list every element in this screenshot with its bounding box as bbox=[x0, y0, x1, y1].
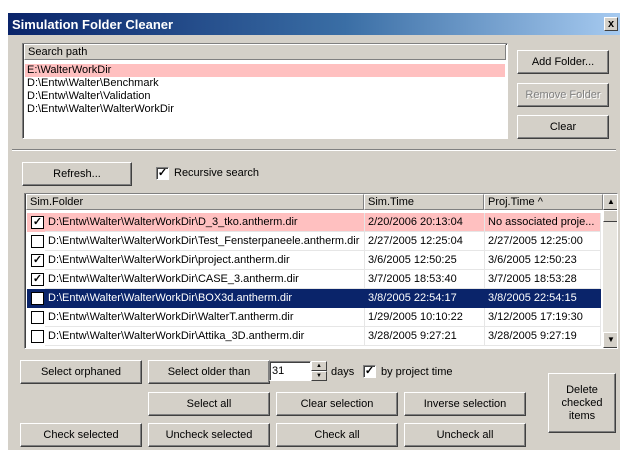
row-checkbox[interactable]: ✓ bbox=[31, 254, 44, 267]
cell-sim-time: 2/20/2006 20:13:04 bbox=[365, 213, 485, 232]
table-row[interactable]: D:\Entw\Walter\WalterWorkDir\BOX3d.anthe… bbox=[27, 289, 601, 308]
cell-sim-folder: D:\Entw\Walter\WalterWorkDir\Test_Fenste… bbox=[45, 232, 365, 251]
separator bbox=[12, 149, 616, 151]
by-project-time-label: by project time bbox=[381, 366, 453, 378]
select-all-button[interactable]: Select all bbox=[148, 392, 270, 416]
cell-sim-time: 3/28/2005 9:27:21 bbox=[365, 327, 485, 346]
search-path-item[interactable]: D:\Entw\Walter\Validation bbox=[25, 90, 505, 103]
table-row[interactable]: ✓ D:\Entw\Walter\WalterWorkDir\CASE_3.an… bbox=[27, 270, 601, 289]
search-path-header[interactable]: Search path bbox=[24, 44, 506, 60]
scroll-down-icon[interactable]: ▼ bbox=[603, 332, 617, 348]
row-checkbox[interactable] bbox=[31, 311, 44, 324]
vertical-scrollbar[interactable]: ▲ ▼ bbox=[603, 194, 617, 348]
dialog-body: Search path E:\WalterWorkDir D:\Entw\Wal… bbox=[8, 35, 620, 450]
remove-folder-button[interactable]: Remove Folder bbox=[517, 83, 609, 107]
cell-proj-time: 3/28/2005 9:27:19 bbox=[485, 327, 601, 346]
cell-proj-time: No associated proje... bbox=[485, 213, 601, 232]
add-folder-button[interactable]: Add Folder... bbox=[517, 50, 609, 74]
col-header-sim-time[interactable]: Sim.Time bbox=[364, 194, 484, 210]
days-input[interactable]: 31 bbox=[269, 361, 311, 381]
search-path-item[interactable]: E:\WalterWorkDir bbox=[25, 64, 505, 77]
cell-sim-folder: D:\Entw\Walter\WalterWorkDir\BOX3d.anthe… bbox=[45, 289, 365, 308]
cell-sim-time: 3/7/2005 18:53:40 bbox=[365, 270, 485, 289]
inverse-selection-button[interactable]: Inverse selection bbox=[404, 392, 526, 416]
cell-proj-time: 3/8/2005 22:54:15 bbox=[485, 289, 601, 308]
table-row[interactable]: ✓ D:\Entw\Walter\WalterWorkDir\project.a… bbox=[27, 251, 601, 270]
cell-proj-time: 3/12/2005 17:19:30 bbox=[485, 308, 601, 327]
row-checkbox[interactable]: ✓ bbox=[31, 216, 44, 229]
window-title: Simulation Folder Cleaner bbox=[12, 16, 174, 32]
clear-paths-button[interactable]: Clear bbox=[517, 115, 609, 139]
table-row[interactable]: D:\Entw\Walter\WalterWorkDir\WalterT.ant… bbox=[27, 308, 601, 327]
cell-sim-time: 3/8/2005 22:54:17 bbox=[365, 289, 485, 308]
scroll-up-icon[interactable]: ▲ bbox=[603, 194, 617, 210]
select-older-than-button[interactable]: Select older than bbox=[148, 360, 270, 384]
recursive-search-label: Recursive search bbox=[174, 167, 259, 179]
scroll-thumb[interactable] bbox=[603, 210, 617, 222]
row-checkbox[interactable] bbox=[31, 235, 44, 248]
cell-sim-folder: D:\Entw\Walter\WalterWorkDir\WalterT.ant… bbox=[45, 308, 365, 327]
cell-sim-folder: D:\Entw\Walter\WalterWorkDir\D_3_tko.ant… bbox=[45, 213, 365, 232]
row-checkbox[interactable]: ✓ bbox=[31, 273, 44, 286]
uncheck-all-button[interactable]: Uncheck all bbox=[404, 423, 526, 447]
cell-proj-time: 2/27/2005 12:25:00 bbox=[485, 232, 601, 251]
row-checkbox[interactable] bbox=[31, 292, 44, 305]
search-path-item[interactable]: D:\Entw\Walter\WalterWorkDir bbox=[25, 103, 505, 116]
title-bar: Simulation Folder Cleaner x bbox=[8, 13, 620, 35]
cell-sim-time: 3/6/2005 12:50:25 bbox=[365, 251, 485, 270]
search-path-item[interactable]: D:\Entw\Walter\Benchmark bbox=[25, 77, 505, 90]
results-grid: Sim.Folder Sim.Time Proj.Time ^ ✓ D:\Ent… bbox=[24, 193, 618, 349]
cell-proj-time: 3/7/2005 18:53:28 bbox=[485, 270, 601, 289]
table-row[interactable]: ✓ D:\Entw\Walter\WalterWorkDir\D_3_tko.a… bbox=[27, 213, 601, 232]
cell-sim-folder: D:\Entw\Walter\WalterWorkDir\Attika_3D.a… bbox=[45, 327, 365, 346]
clear-selection-button[interactable]: Clear selection bbox=[276, 392, 398, 416]
col-header-sim-folder[interactable]: Sim.Folder bbox=[26, 194, 364, 210]
table-row[interactable]: D:\Entw\Walter\WalterWorkDir\Attika_3D.a… bbox=[27, 327, 601, 346]
cell-proj-time: 3/6/2005 12:50:23 bbox=[485, 251, 601, 270]
row-checkbox[interactable] bbox=[31, 330, 44, 343]
close-icon[interactable]: x bbox=[604, 17, 618, 31]
spin-down-icon[interactable]: ▼ bbox=[311, 371, 327, 381]
by-project-time-checkbox[interactable]: ✓ bbox=[363, 365, 376, 378]
refresh-button[interactable]: Refresh... bbox=[22, 162, 132, 186]
search-path-list[interactable]: Search path E:\WalterWorkDir D:\Entw\Wal… bbox=[22, 43, 508, 139]
cell-sim-folder: D:\Entw\Walter\WalterWorkDir\CASE_3.anth… bbox=[45, 270, 365, 289]
check-all-button[interactable]: Check all bbox=[276, 423, 398, 447]
spin-up-icon[interactable]: ▲ bbox=[311, 361, 327, 371]
table-row[interactable]: D:\Entw\Walter\WalterWorkDir\Test_Fenste… bbox=[27, 232, 601, 251]
cell-sim-time: 2/27/2005 12:25:04 bbox=[365, 232, 485, 251]
col-header-proj-time[interactable]: Proj.Time ^ bbox=[484, 194, 603, 210]
cell-sim-time: 1/29/2005 10:10:22 bbox=[365, 308, 485, 327]
days-label: days bbox=[331, 366, 355, 378]
check-selected-button[interactable]: Check selected bbox=[20, 423, 142, 447]
uncheck-selected-button[interactable]: Uncheck selected bbox=[148, 423, 270, 447]
select-orphaned-button[interactable]: Select orphaned bbox=[20, 360, 142, 384]
cell-sim-folder: D:\Entw\Walter\WalterWorkDir\project.ant… bbox=[45, 251, 365, 270]
days-spinner[interactable]: 31 ▲ ▼ bbox=[269, 361, 327, 381]
delete-checked-items-button[interactable]: Delete checked items bbox=[548, 373, 616, 433]
recursive-search-checkbox[interactable]: ✓ bbox=[156, 167, 169, 180]
